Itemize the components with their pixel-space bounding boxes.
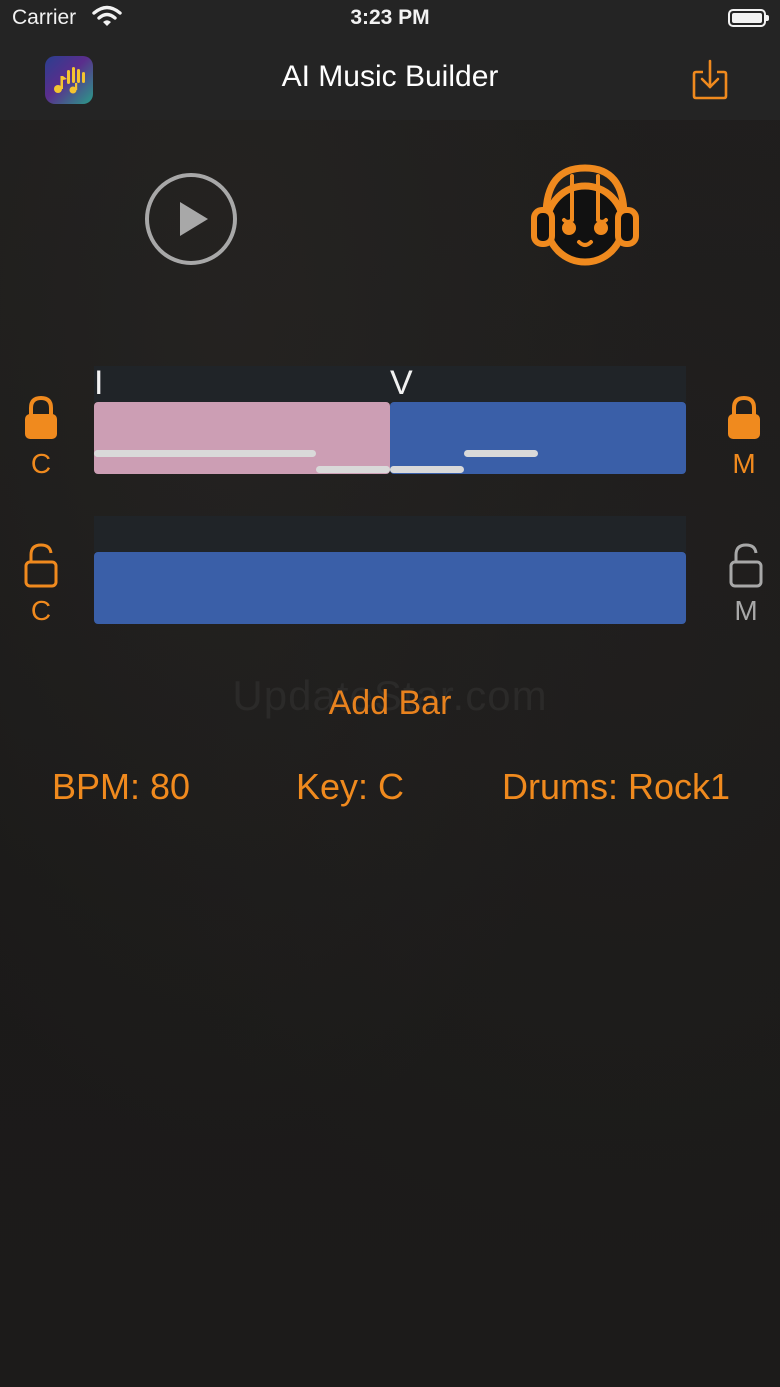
track1-left-label: C <box>30 448 52 479</box>
nav-title: AI Music Builder <box>281 60 499 93</box>
chord-label: I <box>94 364 104 402</box>
note <box>390 466 464 473</box>
add-bar-button[interactable]: Add Bar <box>0 684 780 723</box>
note <box>94 450 316 457</box>
note <box>316 466 390 473</box>
lock-closed-icon <box>23 395 59 445</box>
background <box>0 120 780 1387</box>
nav-bar: AI Music Builder <box>0 40 780 120</box>
chord-label: V <box>390 364 413 402</box>
status-time: 3:23 PM <box>350 6 430 29</box>
track1-right-label: M <box>732 448 756 479</box>
track2-left-label: C <box>30 595 52 626</box>
download-icon[interactable] <box>690 58 730 102</box>
lock-closed-icon <box>726 395 762 445</box>
track1-lock-melody-button[interactable]: M <box>722 395 766 480</box>
drums-button[interactable]: Drums: Rock1 <box>502 766 730 808</box>
track2-lock-chords-button[interactable]: C <box>19 542 63 627</box>
track2-lock-melody-button[interactable]: M <box>724 542 768 627</box>
track1-lock-chords-button[interactable]: C <box>19 395 63 480</box>
dj-headphones-robot-icon[interactable] <box>526 156 644 274</box>
bpm-button[interactable]: BPM: 80 <box>52 766 190 808</box>
track2-right-label: M <box>734 595 758 626</box>
track2-bar-1[interactable] <box>94 552 686 624</box>
track2-chord-header <box>94 516 686 552</box>
track1-bar-2[interactable] <box>390 402 686 474</box>
lock-open-icon <box>728 543 764 592</box>
battery-icon <box>728 9 769 27</box>
key-button[interactable]: Key: C <box>296 766 404 808</box>
note <box>464 450 538 457</box>
track1-chord-header: I V <box>94 364 686 402</box>
status-bar: Carrier 3:23 PM <box>0 0 780 40</box>
play-icon[interactable] <box>144 172 238 266</box>
track1-bar-1[interactable] <box>94 402 390 474</box>
lock-open-icon <box>23 543 59 592</box>
